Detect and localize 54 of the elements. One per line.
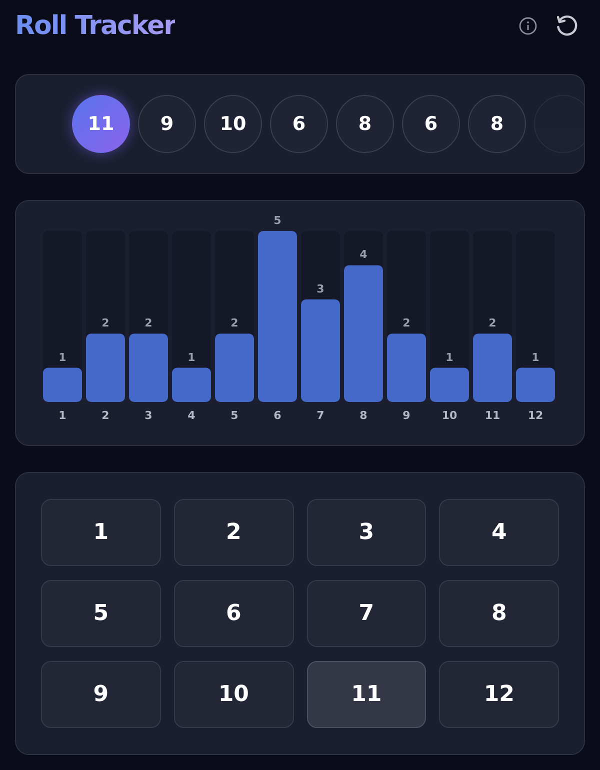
bar-value-label: 2 (488, 316, 496, 330)
bar (86, 334, 125, 402)
bar (473, 334, 512, 402)
roll-chip: 6 (270, 95, 328, 153)
number-button[interactable]: 7 (306, 580, 426, 647)
bar (215, 334, 254, 402)
x-axis-label: 9 (402, 409, 410, 422)
bar-value-label: 1 (58, 350, 66, 364)
bar-value-label: 1 (188, 350, 196, 364)
bar (43, 368, 82, 402)
x-axis-label: 4 (188, 409, 196, 422)
number-button[interactable]: 3 (306, 499, 426, 566)
bar (129, 334, 168, 402)
bar (172, 368, 211, 402)
bar-value-label: 3 (316, 282, 324, 296)
x-axis-label: 10 (442, 409, 458, 422)
x-axis-label: 2 (102, 409, 110, 422)
bar-value-label: 2 (230, 316, 238, 330)
bar (516, 368, 555, 402)
roll-chip: 9 (138, 95, 196, 153)
x-axis-label: 11 (484, 409, 500, 422)
roll-chip: 8 (336, 95, 394, 153)
reset-icon[interactable] (555, 14, 579, 38)
bar-value-label: 2 (144, 316, 152, 330)
info-icon[interactable] (519, 17, 537, 35)
bar-value-label: 1 (446, 350, 454, 364)
bar (430, 368, 469, 402)
bar-value-label: 2 (102, 316, 110, 330)
number-button[interactable]: 10 (174, 661, 294, 728)
x-axis-label: 5 (230, 409, 238, 422)
bar (387, 334, 426, 402)
x-axis-label: 1 (58, 409, 66, 422)
roll-chip: 8 (468, 95, 526, 153)
number-button[interactable]: 4 (439, 499, 559, 566)
x-axis-label: 6 (274, 409, 282, 422)
bar-value-label: 5 (274, 214, 282, 227)
number-button[interactable]: 8 (439, 580, 559, 647)
number-button[interactable]: 2 (174, 499, 294, 566)
roll-chip: 10 (204, 95, 262, 153)
x-axis-label: 7 (316, 409, 324, 422)
x-axis-label: 8 (360, 409, 368, 422)
x-axis-label: 12 (528, 409, 544, 422)
roll-chip: 11 (72, 95, 130, 153)
roll-chip: 6 (402, 95, 460, 153)
number-button[interactable]: 1 (41, 499, 161, 566)
bar-value-label: 2 (402, 316, 410, 330)
number-button[interactable]: 12 (439, 661, 559, 728)
number-button[interactable]: 11 (306, 661, 426, 728)
number-button[interactable]: 9 (41, 661, 161, 728)
number-button[interactable]: 5 (41, 580, 161, 647)
bar-value-label: 4 (360, 248, 368, 262)
bar-value-label: 1 (532, 350, 540, 364)
x-axis-label: 3 (144, 409, 152, 422)
number-button[interactable]: 6 (174, 580, 294, 647)
